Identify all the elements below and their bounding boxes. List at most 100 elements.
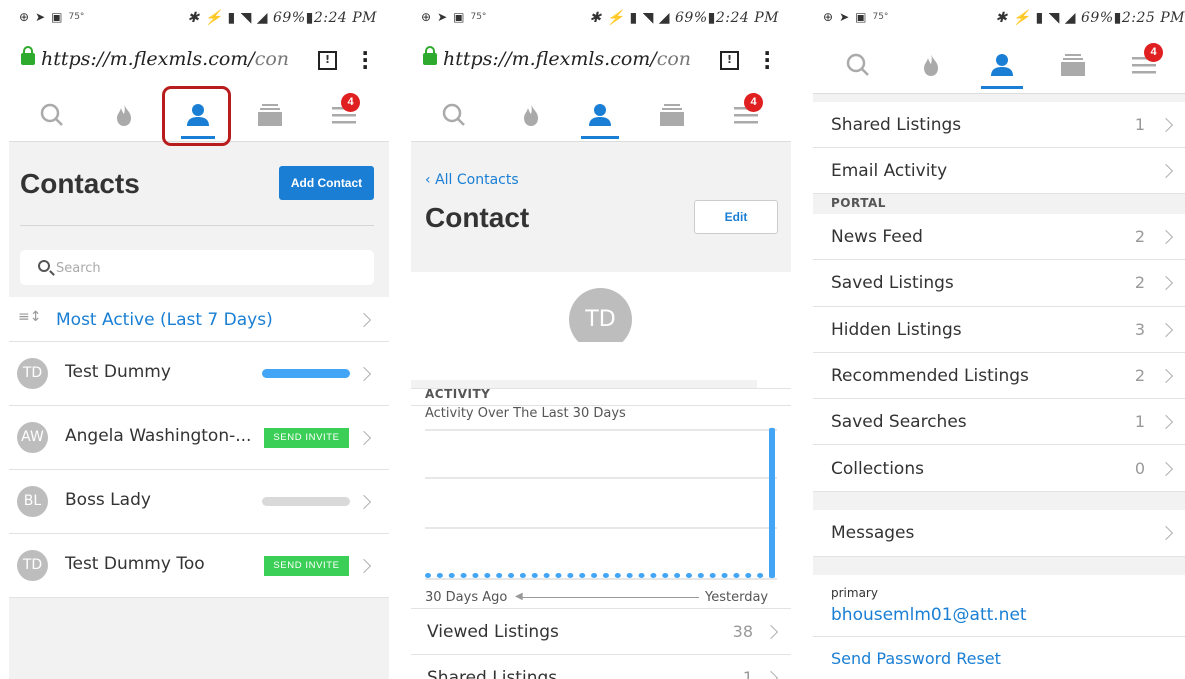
detail-row[interactable]: Saved Listings 2 [813, 260, 1185, 307]
activity-bar-mark [745, 573, 752, 578]
messages-row[interactable]: Messages [813, 510, 1185, 557]
arrow-left-icon: ◀ [515, 591, 523, 602]
status-time: ✱ ⚡ ▮ ◥ ◢ 69%▮2:24 PM [589, 10, 779, 26]
temperature: 75° [470, 12, 487, 22]
listings-stack-icon[interactable] [657, 100, 687, 130]
activity-bar-mark [496, 573, 503, 578]
row-label: Saved Searches [831, 412, 967, 433]
row-label: Shared Listings [427, 668, 558, 679]
row-label: Saved Listings [831, 273, 954, 294]
activity-bar-mark [448, 573, 455, 578]
all-contacts-link[interactable]: ‹ All Contacts [425, 172, 519, 188]
activity-bar-mark [614, 573, 621, 578]
status-bar: ⊕ ➤ ▣ 75° ✱ ⚡ ▮ ◥ ◢ 69%▮2:24 PM [411, 0, 791, 38]
email-type-label: primary [831, 586, 878, 600]
more-menu-icon[interactable]: · · · [763, 43, 771, 77]
tabs-icon[interactable]: ! [720, 51, 739, 70]
activity-bar-mark [733, 573, 740, 578]
contact-name: Angela Washington-... [65, 426, 252, 446]
hot-fire-icon[interactable] [109, 100, 139, 130]
chevron-right-icon [1158, 117, 1174, 133]
chevron-right-icon [1158, 368, 1174, 384]
activity-bar-mark [626, 573, 633, 578]
page-title: Contacts [20, 168, 140, 199]
contact-avatar: TD [17, 358, 48, 389]
chevron-right-icon [763, 670, 779, 679]
app-nav-bar: 4 [411, 88, 791, 142]
activity-bar-mark [697, 573, 704, 578]
search-icon[interactable] [439, 100, 469, 130]
tabs-icon[interactable]: ! [318, 51, 337, 70]
browser-url-bar[interactable]: https://m.flexmls.com/con ! · · · [411, 38, 791, 88]
section-gap-corner [757, 380, 791, 388]
detail-row[interactable]: Collections 0 [813, 445, 1185, 492]
edit-button[interactable]: Edit [694, 200, 778, 234]
search-icon[interactable] [37, 100, 67, 130]
sort-label: Most Active (Last 7 Days) [56, 310, 273, 330]
activity-bar [262, 369, 350, 378]
url-text[interactable]: https://m.flexmls.com/con [443, 48, 691, 70]
contact-name: Test Dummy [65, 362, 171, 382]
detail-row[interactable]: Hidden Listings 3 [813, 306, 1185, 353]
activity-bar-mark [484, 573, 491, 578]
sort-selector[interactable]: ≡↕ Most Active (Last 7 Days) [9, 297, 389, 342]
chevron-right-icon [356, 494, 372, 510]
url-text[interactable]: https://m.flexmls.com/con [41, 48, 289, 70]
add-contact-button[interactable]: Add Contact [279, 166, 374, 200]
contact-row[interactable]: AW Angela Washington-... SEND INVITE [9, 406, 389, 470]
detail-row[interactable]: Email Activity [813, 148, 1185, 194]
hot-fire-icon[interactable] [516, 100, 546, 130]
chevron-right-icon [1158, 461, 1174, 476]
more-menu-icon[interactable]: · · · [361, 43, 369, 77]
contact-row[interactable]: TD Test Dummy [9, 342, 389, 406]
row-count: 1 [742, 668, 753, 679]
status-time: ✱ ⚡ ▮ ◥ ◢ 69%▮2:24 PM [187, 10, 377, 26]
contact-name: Test Dummy Too [65, 554, 205, 574]
detail-row[interactable]: Shared Listings 1 [813, 102, 1185, 148]
divider [813, 636, 1185, 637]
header-area: ‹ All Contacts Contact Edit [411, 142, 791, 272]
row-count: 3 [1134, 319, 1145, 339]
detail-row[interactable]: Saved Searches 1 [813, 399, 1185, 446]
play-icon: ➤ [839, 10, 850, 24]
contact-row[interactable]: TD Test Dummy Too SEND INVITE [9, 534, 389, 598]
activity-bar-mark [709, 573, 716, 578]
row-label: News Feed [831, 227, 923, 248]
activity-bar-mark [531, 573, 538, 578]
send-invite-button[interactable]: SEND INVITE [264, 428, 349, 448]
search-icon[interactable] [843, 50, 873, 80]
detail-row[interactable]: Recommended Listings 2 [813, 352, 1185, 400]
contact-avatar: TD [17, 550, 48, 581]
page-title: Contact [425, 202, 530, 233]
activity-bar-mark [436, 573, 443, 578]
activity-bar-mark [638, 573, 645, 578]
contacts-person-icon[interactable] [585, 100, 615, 130]
axis-left-label: 30 Days Ago [425, 590, 508, 605]
image-icon: ▣ [453, 10, 465, 24]
contact-row[interactable]: BL Boss Lady [9, 470, 389, 534]
hot-fire-icon[interactable] [916, 50, 946, 80]
search-input[interactable]: Search [20, 250, 374, 285]
contacts-person-icon[interactable] [987, 50, 1017, 80]
listings-stack-icon[interactable] [1058, 50, 1088, 80]
detail-row[interactable]: Viewed Listings 38 [411, 609, 791, 655]
row-label: Collections [831, 458, 924, 479]
send-password-reset-link[interactable]: Send Password Reset [831, 649, 1001, 668]
row-count: 2 [1134, 366, 1145, 386]
detail-row[interactable]: Shared Listings 1 [411, 655, 791, 679]
activity-bar-mark [769, 427, 775, 578]
lock-icon [21, 46, 35, 65]
contact-name: Boss Lady [65, 490, 151, 510]
browser-url-bar[interactable]: https://m.flexmls.com/con ! · · · [9, 38, 389, 88]
temperature: 75° [872, 12, 889, 22]
status-bar: ⊕ ➤ ▣ 75° ✱ ⚡ ▮ ◥ ◢ 69%▮2:24 PM [9, 0, 389, 38]
detail-row[interactable]: News Feed 2 [813, 214, 1185, 261]
email-link[interactable]: bhousemlm01@att.net [831, 605, 1027, 625]
section-gap [813, 557, 1185, 575]
contact-avatar: AW [17, 422, 48, 453]
activity-bar-mark [567, 573, 574, 578]
row-count: 2 [1134, 273, 1145, 293]
send-invite-button[interactable]: SEND INVITE [264, 556, 349, 576]
activity-bar-mark [425, 573, 431, 578]
listings-stack-icon[interactable] [255, 100, 285, 130]
